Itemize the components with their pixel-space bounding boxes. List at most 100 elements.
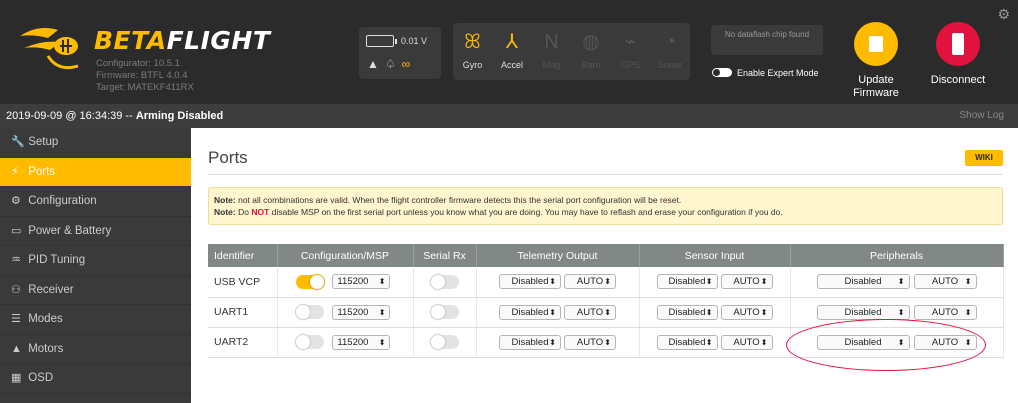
update-firmware-button[interactable]: Update Firmware [840, 22, 912, 100]
telemetry-select[interactable]: Disabled ⬍ [499, 304, 561, 320]
select-arrow-icon: ⬍ [760, 307, 768, 317]
telemetry-baud-select[interactable]: AUTO ⬍ [564, 304, 616, 320]
sensor-gps: ⌁ GPS [611, 23, 650, 80]
sidebar-item-label: Setup [28, 136, 59, 148]
select-arrow-icon: ⬍ [378, 277, 386, 287]
sidebar: 🔧 Setup ⚡ Ports ⚙ Configuration ▭ Power & B… [0, 128, 191, 403]
sidebar-item-label: Modes [28, 313, 63, 325]
sensor-baud-select[interactable]: AUTO ⬍ [720, 274, 773, 290]
peripherals-select[interactable]: Disabled ⬍ [816, 304, 910, 320]
page-title: Ports [208, 148, 248, 167]
sidebar-item-label: Receiver [28, 283, 74, 296]
peripherals-select[interactable]: Disabled ⬍ [816, 274, 910, 290]
msp-baud-select[interactable]: 115200 ⬍ [332, 304, 391, 320]
status-bar: 2019-09-09 @ 16:34:39 -- Arming Disabled… [0, 104, 1018, 128]
motors-icon: ▲ [11, 342, 22, 355]
arming-status: Arming Disabled [135, 110, 224, 122]
settings-gear-icon[interactable]: ⚙ [997, 6, 1010, 23]
msp-toggle[interactable] [295, 305, 324, 319]
sidebar-item-modes[interactable]: ☰ Modes [0, 305, 191, 335]
mag-icon: N [544, 31, 559, 53]
peripherals-baud-select[interactable]: AUTO ⬍ [913, 304, 977, 320]
battery-icon [366, 35, 397, 47]
sidebar-item-pid-tuning[interactable]: ♒ PID Tuning [0, 246, 191, 276]
configurator-version: Configurator: 10.5.1 [96, 58, 180, 69]
show-log-link[interactable]: Show Log [960, 104, 1004, 128]
serial-rx-cell [413, 327, 477, 358]
battery-status: 0.01 V ▲♤∞ [359, 27, 441, 79]
failsafe-icon: ♤ [384, 57, 402, 71]
serial-rx-toggle[interactable] [430, 274, 459, 289]
toggle-switch[interactable] [712, 68, 732, 77]
warning-icons: ▲♤∞ [367, 57, 416, 71]
select-arrow-icon: ⬍ [705, 307, 713, 317]
sidebar-item-ports[interactable]: ⚡ Ports [0, 157, 191, 187]
expert-mode-label: Enable Expert Mode [737, 68, 819, 78]
sidebar-item-osd[interactable]: ▦ OSD [0, 364, 191, 394]
expert-mode-toggle[interactable]: Enable Expert Mode [712, 68, 819, 78]
sensor-gyro: ꕤ Gyro [453, 23, 492, 80]
col-configuration-msp: Configuration/MSP [277, 244, 414, 267]
select-arrow-icon: ⬍ [378, 307, 386, 317]
highlight-annotation [786, 319, 986, 371]
wrench-icon: 🔧 [11, 136, 25, 148]
msp-baud-select[interactable]: 115200 ⬍ [332, 334, 391, 350]
sensor-baro: ◍ Baro [572, 23, 611, 80]
target-name: Target: MATEKF411RX [96, 82, 194, 93]
update-firmware-label: Update Firmware [853, 74, 899, 99]
col-telemetry-output: Telemetry Output [476, 244, 640, 267]
telemetry-cell: Disabled ⬍ AUTO ⬍ [476, 267, 640, 298]
modes-icon: ☰ [11, 313, 21, 325]
disconnect-button[interactable]: Disconnect [922, 22, 994, 87]
link-icon: ∞ [401, 57, 417, 71]
select-arrow-icon: ⬍ [378, 337, 386, 347]
serial-rx-toggle[interactable] [430, 305, 459, 319]
wiki-button[interactable]: WIKI [965, 150, 1003, 166]
sensor-baud-select[interactable]: AUTO ⬍ [720, 334, 773, 350]
accel-icon: ⅄ [505, 31, 519, 53]
ports-icon: ⚡ [11, 165, 19, 178]
telemetry-select[interactable]: Disabled ⬍ [499, 274, 561, 290]
sensor-status-bar: ꕤ Gyro ⅄ Accel N Mag ◍ Baro ⌁ GPS ◔ Sonar [453, 23, 690, 80]
sonar-icon: ◔ [663, 31, 677, 53]
select-arrow-icon: ⬍ [549, 277, 556, 287]
sidebar-item-label: PID Tuning [28, 254, 86, 266]
select-arrow-icon: ⬍ [549, 307, 556, 317]
sensor-baud-select[interactable]: AUTO ⬍ [720, 304, 773, 320]
select-arrow-icon: ⬍ [964, 277, 972, 287]
sensor-accel: ⅄ Accel [493, 23, 532, 80]
sensor-cell: Disabled ⬍ AUTO ⬍ [639, 267, 791, 298]
msp-baud-select[interactable]: 115200 ⬍ [332, 274, 391, 290]
note-box: Note: not all combinations are valid. Wh… [208, 187, 1003, 225]
sidebar-item-receiver[interactable]: ⚇ Receiver [0, 276, 191, 305]
bee-icon [20, 28, 79, 70]
betaflight-logo: BETAFLIGHT Configurator: 10.5.1 Firmware… [18, 12, 270, 97]
telemetry-select[interactable]: Disabled ⬍ [499, 334, 561, 350]
sidebar-item-motors[interactable]: ▲ Motors [0, 335, 191, 364]
note-line-1: Note: not all combinations are valid. Wh… [214, 195, 682, 205]
serial-rx-toggle[interactable] [430, 335, 459, 349]
telemetry-baud-select[interactable]: AUTO ⬍ [564, 274, 616, 290]
msp-toggle[interactable] [295, 335, 324, 349]
sensor-select[interactable]: Disabled ⬍ [656, 304, 718, 320]
sensor-sonar: ◔ Sonar [651, 23, 690, 80]
sensor-select[interactable]: Disabled ⬍ [656, 274, 718, 290]
msp-toggle[interactable] [295, 274, 324, 289]
select-arrow-icon: ⬍ [604, 337, 611, 347]
gear-icon: ⚙ [11, 195, 21, 207]
sidebar-item-configuration[interactable]: ⚙ Configuration [0, 187, 191, 217]
peripherals-baud-select[interactable]: AUTO ⬍ [913, 274, 977, 290]
select-arrow-icon: ⬍ [549, 337, 556, 347]
select-arrow-icon: ⬍ [604, 307, 611, 317]
select-arrow-icon: ⬍ [604, 277, 611, 287]
sidebar-item-setup[interactable]: 🔧 Setup [0, 128, 191, 158]
telemetry-baud-select[interactable]: AUTO ⬍ [564, 334, 616, 350]
baro-icon: ◍ [582, 31, 600, 53]
sidebar-item-power-battery[interactable]: ▭ Power & Battery [0, 217, 191, 246]
select-arrow-icon: ⬍ [705, 337, 713, 347]
sensor-select[interactable]: Disabled ⬍ [656, 334, 718, 350]
msp-cell: 115200 ⬍ [277, 267, 414, 298]
sensor-label: Gyro [462, 60, 483, 70]
select-arrow-icon: ⬍ [760, 277, 768, 287]
port-identifier: UART2 [208, 327, 278, 358]
